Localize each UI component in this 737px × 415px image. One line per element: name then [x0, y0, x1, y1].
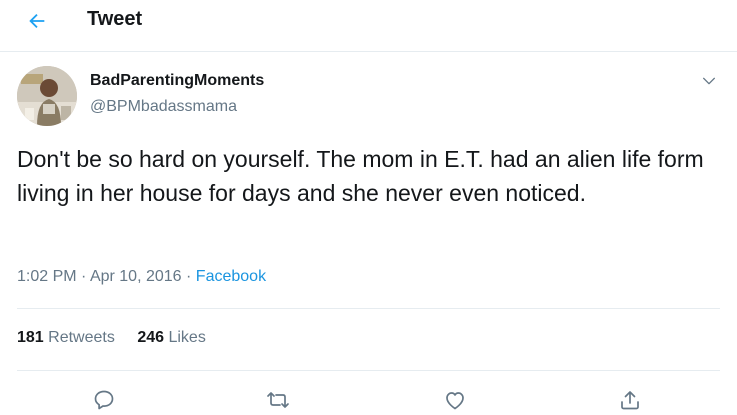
meta-separator: ·: [186, 268, 192, 285]
tweet-header: Tweet: [0, 0, 737, 52]
tweet-text: Don't be so hard on yourself. The mom in…: [17, 146, 704, 206]
retweet-icon: [267, 392, 289, 408]
retweet-button[interactable]: [263, 386, 293, 414]
author-name[interactable]: BadParentingMoments: [90, 72, 264, 90]
author-handle[interactable]: @BPMbadassmama: [90, 98, 237, 116]
avatar-image: [17, 66, 77, 126]
avatar[interactable]: [17, 66, 77, 126]
retweets-label: Retweets: [48, 329, 115, 346]
tweet-date[interactable]: Apr 10, 2016: [90, 268, 182, 285]
like-icon: [446, 392, 464, 410]
reply-icon: [94, 390, 114, 410]
tweet-time[interactable]: 1:02 PM: [17, 268, 77, 285]
more-options-button[interactable]: [698, 70, 720, 92]
chevron-down-icon: [703, 77, 715, 85]
back-button[interactable]: [22, 6, 52, 36]
divider: [17, 308, 720, 309]
divider: [17, 370, 720, 371]
retweets-count: 181: [17, 329, 44, 346]
tweet-stats: 181 Retweets 246 Likes: [17, 329, 224, 347]
meta-separator: ·: [81, 268, 87, 285]
likes-stat[interactable]: 246 Likes: [137, 329, 206, 346]
share-button[interactable]: [615, 386, 645, 414]
tweet-source-link[interactable]: Facebook: [196, 268, 266, 285]
arrow-left-icon: [29, 13, 45, 29]
page-title: Tweet: [87, 8, 143, 30]
likes-label: Likes: [168, 329, 206, 346]
share-icon: [621, 391, 639, 410]
retweets-stat[interactable]: 181 Retweets: [17, 329, 115, 346]
reply-button[interactable]: [89, 386, 119, 414]
likes-count: 246: [137, 329, 165, 346]
tweet-metadata: 1:02 PM · Apr 10, 2016 · Facebook: [17, 268, 266, 286]
like-button[interactable]: [440, 386, 470, 414]
